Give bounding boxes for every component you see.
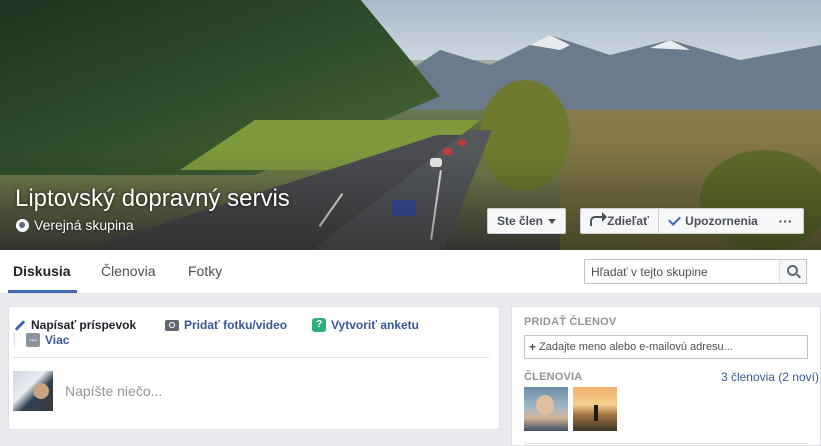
- group-search: [584, 259, 807, 284]
- pencil-icon: [14, 319, 26, 331]
- add-members-placeholder: Zadajte meno alebo e-mailovú adresu...: [539, 341, 733, 353]
- tab-photos[interactable]: Fotky: [188, 250, 222, 293]
- members-title: ČLENOVIA: [524, 371, 583, 383]
- members-count-link[interactable]: 3 členovia (2 noví): [721, 370, 819, 384]
- group-title[interactable]: Liptovský dopravný servis: [15, 185, 290, 213]
- poll-icon: ?: [312, 318, 326, 332]
- camera-icon: [165, 319, 179, 331]
- add-members-title: PRIDAŤ ČLENOV: [524, 316, 617, 328]
- group-sidebar: PRIDAŤ ČLENOV + Zadajte meno alebo e-mai…: [511, 306, 821, 446]
- more-actions-button[interactable]: ... Viac: [26, 333, 69, 347]
- joined-button[interactable]: Ste člen: [487, 208, 566, 234]
- plus-icon: +: [529, 340, 537, 354]
- group-privacy-label: Verejná skupina: [34, 217, 134, 233]
- divider: [14, 357, 489, 358]
- chevron-down-icon: [548, 218, 557, 224]
- tab-members[interactable]: Členovia: [101, 250, 155, 293]
- more-actions-label: Viac: [45, 333, 70, 347]
- add-members-input[interactable]: + Zadajte meno alebo e-mailovú adresu...: [524, 335, 808, 359]
- divider: [14, 333, 15, 347]
- post-composer: Napísať príspevok Pridať fotku/video ? V…: [8, 306, 500, 430]
- group-nav: Diskusia Členovia Fotky: [0, 250, 821, 294]
- write-post-button[interactable]: Napísať príspevok: [14, 318, 136, 332]
- write-post-label: Napísať príspevok: [31, 318, 137, 332]
- avatar[interactable]: [13, 371, 53, 411]
- ellipsis-icon: ···: [778, 213, 793, 229]
- search-input[interactable]: [585, 260, 787, 283]
- notifications-label: Upozornenia: [685, 214, 758, 228]
- joined-label: Ste člen: [496, 214, 544, 228]
- cover-mountains: [380, 35, 821, 110]
- add-photo-label: Pridať fotku/video: [184, 318, 288, 332]
- cover-car: [458, 140, 466, 146]
- member-avatar[interactable]: [573, 387, 617, 431]
- search-button[interactable]: [779, 260, 806, 283]
- globe-icon: [16, 218, 29, 232]
- add-photo-button[interactable]: Pridať fotku/video: [165, 318, 287, 332]
- notifications-button[interactable]: Upozornenia: [659, 208, 769, 234]
- ellipsis-icon: ...: [26, 333, 40, 347]
- create-poll-label: Vytvoriť anketu: [331, 318, 419, 332]
- search-icon: [787, 265, 798, 276]
- create-poll-button[interactable]: ? Vytvoriť anketu: [312, 318, 419, 332]
- share-button[interactable]: Zdieľať: [580, 208, 659, 234]
- share-label: Zdieľať: [607, 214, 649, 228]
- divider: [524, 443, 808, 444]
- group-privacy: Verejná skupina: [16, 217, 134, 233]
- share-icon: [590, 212, 608, 226]
- tab-discussion[interactable]: Diskusia: [8, 250, 77, 293]
- check-icon: [668, 213, 682, 226]
- composer-input[interactable]: Napíšte niečo...: [65, 383, 162, 399]
- member-avatar[interactable]: [524, 387, 568, 431]
- more-options-button[interactable]: ···: [768, 208, 804, 234]
